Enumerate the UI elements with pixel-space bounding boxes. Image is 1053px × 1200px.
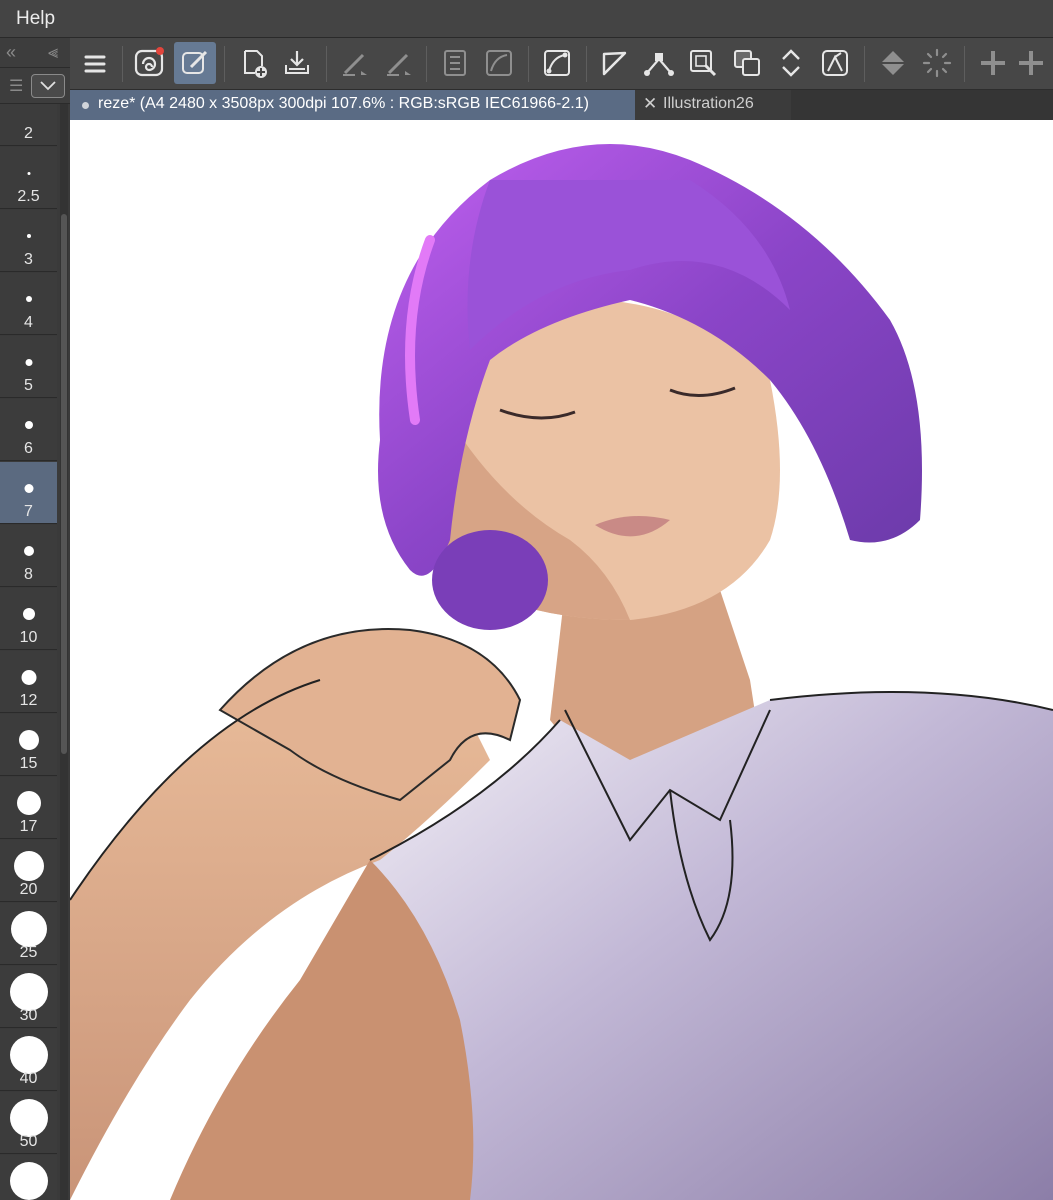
brush-size-label: 15 <box>19 755 38 772</box>
pen-pressure-icon[interactable] <box>334 42 376 84</box>
tab-label: reze* (A4 2480 x 3508px 300dpi 107.6% : … <box>98 95 589 112</box>
brush-size-dot-icon <box>27 171 30 175</box>
unsaved-dot-icon <box>82 102 89 109</box>
brush-size-dot-icon <box>22 608 35 620</box>
tab-illustration26[interactable]: ✕ Illustration26 <box>635 90 791 120</box>
zoom-out-icon[interactable] <box>1010 42 1052 84</box>
brush-size-label: 10 <box>19 629 38 646</box>
tab-label: Illustration26 <box>663 95 754 112</box>
brush-size-item[interactable]: 7 <box>0 462 57 524</box>
zoom-in-icon[interactable] <box>972 42 1014 84</box>
fill-icon[interactable] <box>872 42 914 84</box>
brush-size-dot-icon <box>10 911 47 947</box>
brush-size-dot-icon <box>9 1099 48 1137</box>
brush-size-dot-icon <box>24 483 33 493</box>
new-canvas-icon[interactable] <box>232 42 274 84</box>
brush-size-dot-icon <box>18 730 39 750</box>
menu-help[interactable]: Help <box>16 8 55 30</box>
brush-size-label: 3 <box>24 251 33 268</box>
brush-size-dot-icon <box>9 973 48 1011</box>
loading-icon[interactable] <box>916 42 958 84</box>
brush-size-label: 12 <box>19 692 38 709</box>
brush-size-item[interactable]: 6 <box>0 399 57 461</box>
clip-studio-icon[interactable] <box>128 42 170 84</box>
brush-size-label: 50 <box>19 1133 38 1150</box>
brush-size-dot-icon <box>23 546 34 556</box>
fill-corner-icon[interactable] <box>594 42 636 84</box>
edit-pen-icon[interactable] <box>174 42 216 84</box>
brush-size-label: 20 <box>19 881 38 898</box>
panel-header: « ⫷ <box>0 38 70 68</box>
brush-size-item[interactable]: 17 <box>0 777 57 839</box>
brush-size-dot-icon <box>24 421 33 429</box>
layer-property-icon[interactable] <box>434 42 476 84</box>
flip-icon[interactable] <box>770 42 812 84</box>
brush-size-item[interactable] <box>0 1155 57 1200</box>
brush-size-item[interactable]: 3 <box>0 210 57 272</box>
artwork <box>70 144 1053 1200</box>
brush-size-item[interactable]: 50 <box>0 1092 57 1154</box>
brush-size-label: 4 <box>24 314 33 331</box>
document-tabs: reze* (A4 2480 x 3508px 300dpi 107.6% : … <box>70 90 1053 120</box>
brush-size-label: 25 <box>19 944 38 961</box>
brush-size-list: 2 2.5 3 4 5 6 7 8 10 12 15 17 20 25 30 40 50 <box>0 104 58 1200</box>
brush-size-label: 17 <box>19 818 38 835</box>
menu-icon[interactable] <box>74 42 116 84</box>
brush-size-dot-icon <box>9 1162 48 1200</box>
rotate-canvas-icon[interactable] <box>814 42 856 84</box>
brush-size-item[interactable]: 30 <box>0 966 57 1028</box>
brush-size-label: 2.5 <box>17 188 40 205</box>
scrollbar-thumb[interactable] <box>61 214 67 754</box>
brush-size-item[interactable]: 12 <box>0 651 57 713</box>
brush-size-label: 2 <box>24 125 33 142</box>
brush-size-item[interactable]: 4 <box>0 273 57 335</box>
brush-size-item[interactable]: 2.5 <box>0 147 57 209</box>
brush-size-item[interactable]: 25 <box>0 903 57 965</box>
copy-layer-icon[interactable] <box>726 42 768 84</box>
brush-size-item[interactable]: 10 <box>0 588 57 650</box>
brush-size-item[interactable]: 5 <box>0 336 57 398</box>
brush-size-dot-icon <box>21 669 36 685</box>
brush-size-dot-icon <box>13 851 44 881</box>
brush-size-dot-icon <box>16 791 41 815</box>
vector-line-icon[interactable] <box>638 42 680 84</box>
brush-size-dot-icon <box>26 234 31 238</box>
brush-size-item[interactable]: 2 <box>0 104 57 146</box>
brush-size-label: 7 <box>24 503 33 520</box>
brush-size-label: 40 <box>19 1070 38 1087</box>
brush-size-dot-icon <box>9 1036 48 1074</box>
panel-menu-icon[interactable]: ☰ <box>9 76 23 96</box>
close-tab-icon[interactable]: ✕ <box>643 94 657 114</box>
menu-bar: Help <box>0 0 1053 38</box>
brush-size-label: 30 <box>19 1007 38 1024</box>
command-bar <box>70 38 1053 90</box>
reference-icon[interactable] <box>478 42 520 84</box>
chevron-down-icon <box>40 81 56 91</box>
import-icon[interactable] <box>276 42 318 84</box>
transform-icon[interactable] <box>536 42 578 84</box>
tab-reze[interactable]: reze* (A4 2480 x 3508px 300dpi 107.6% : … <box>70 90 635 120</box>
collapse-left-icon[interactable]: « <box>6 42 16 63</box>
brush-size-panel: « ⫷ ☰ 2 2.5 3 4 5 6 7 8 10 12 15 17 20 25 30 40 50 <box>0 38 70 1200</box>
panel-toolbar: ☰ <box>0 68 70 104</box>
brush-size-item[interactable]: 15 <box>0 714 57 776</box>
brush-size-dot-icon <box>25 296 32 302</box>
pen-stabilizer-icon[interactable] <box>378 42 420 84</box>
brush-size-item[interactable]: 8 <box>0 525 57 587</box>
brush-size-label: 5 <box>24 377 33 394</box>
brush-size-dot-icon <box>25 358 32 366</box>
panel-dropdown-button[interactable] <box>31 74 65 98</box>
brush-size-item[interactable]: 40 <box>0 1029 57 1091</box>
brush-size-scrollbar[interactable] <box>60 104 68 1200</box>
brush-size-item[interactable]: 20 <box>0 840 57 902</box>
brush-size-label: 8 <box>24 566 33 583</box>
select-layer-icon[interactable] <box>682 42 724 84</box>
drawing-canvas[interactable] <box>70 120 1053 1200</box>
collapse-panel-icon[interactable]: ⫷ <box>48 42 58 63</box>
brush-size-label: 6 <box>24 440 33 457</box>
notification-badge <box>156 47 164 55</box>
